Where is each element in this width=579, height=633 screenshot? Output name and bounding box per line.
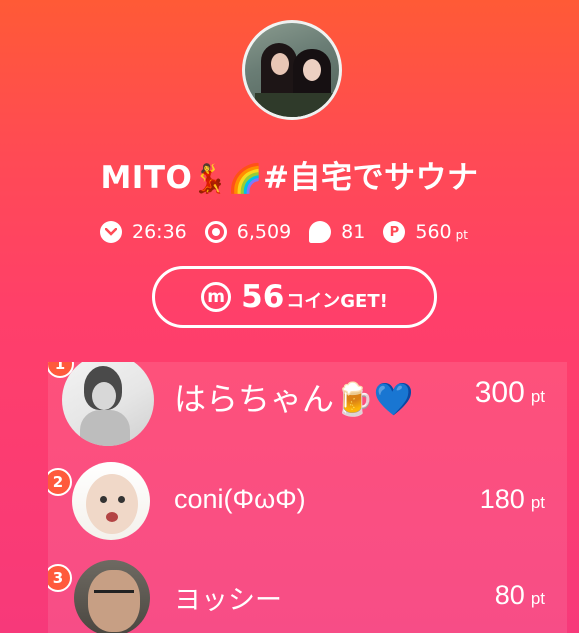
host-avatar[interactable]	[242, 20, 342, 120]
stream-stats: 26:36 6,509 81 P 560 pt	[100, 218, 486, 246]
stat-comments-value: 81	[341, 221, 366, 243]
viewer-ring-icon	[204, 221, 227, 243]
stat-viewers: 6,509	[204, 221, 292, 243]
coin-icon: m	[201, 282, 232, 312]
ranking-row[interactable]: 3 ヨッシー 80 pt	[48, 554, 567, 633]
stat-points-value: 560	[415, 221, 452, 243]
ranker-points: 80 pt	[494, 580, 545, 610]
stat-comments: 81	[309, 221, 365, 243]
ranker-emojis: 🍺💙	[334, 381, 414, 417]
stream-hashtag: #自宅でサウナ	[263, 160, 479, 196]
points-p-icon: P	[383, 221, 406, 243]
avatar[interactable]	[74, 560, 150, 633]
comment-bubble-icon	[309, 221, 332, 243]
stat-points: P 560 pt	[383, 221, 468, 243]
coin-get-button[interactable]: m 56 コインGET!	[152, 266, 437, 328]
ranker-name: はらちゃん🍺💙	[174, 381, 414, 417]
ranker-name: ヨッシー	[174, 585, 282, 615]
ranker-name: coni(ΦωΦ)	[174, 484, 306, 514]
stat-time-value: 26:36	[132, 221, 187, 243]
stream-title-name: MITO	[100, 160, 193, 196]
stream-title: MITO💃🌈#自宅でサウナ	[0, 152, 579, 197]
stat-time: 26:36	[100, 221, 187, 243]
rank-badge: 3	[48, 564, 72, 592]
ranker-points: 180 pt	[479, 484, 545, 514]
stat-points-unit: pt	[455, 227, 468, 242]
coin-amount: 56	[241, 279, 285, 315]
rank-badge: 2	[48, 468, 72, 496]
coin-label: コインGET!	[286, 291, 388, 312]
stat-viewers-value: 6,509	[236, 221, 292, 243]
avatar[interactable]	[62, 362, 154, 446]
ranking-row[interactable]: 2 coni(ΦωΦ) 180 pt	[48, 458, 567, 546]
chevron-down-circle-icon	[100, 221, 122, 243]
ranking-list: 1 はらちゃん🍺💙 300 pt 2 coni(ΦωΦ) 180 pt 3 ヨッ…	[48, 362, 567, 633]
avatar[interactable]	[72, 462, 150, 540]
ranker-points: 300 pt	[474, 376, 545, 409]
ranking-row[interactable]: 1 はらちゃん🍺💙 300 pt	[48, 362, 567, 454]
stream-title-emojis: 💃🌈	[192, 162, 264, 195]
